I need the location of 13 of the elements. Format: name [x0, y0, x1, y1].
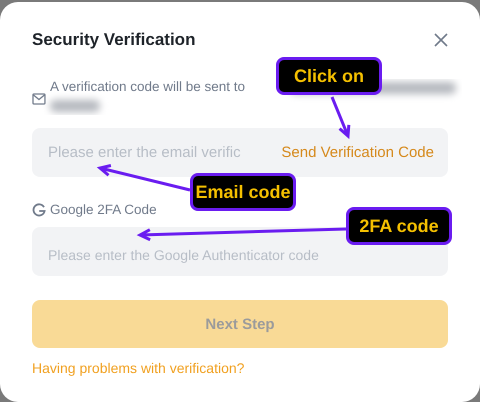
annotation-callout: Email code: [190, 173, 296, 211]
description-text: A verification code will be sent to: [50, 79, 246, 94]
annotation-callout: Click on: [276, 57, 382, 95]
help-link[interactable]: Having problems with verification?: [32, 360, 244, 376]
dialog-title: Security Verification: [32, 30, 196, 50]
close-icon[interactable]: [434, 33, 448, 47]
email-code-field[interactable]: Please enter the email verific: [48, 144, 260, 161]
arrow: [330, 96, 350, 140]
annotation-callout: 2FA code: [346, 207, 452, 245]
envelope-icon: [32, 93, 46, 105]
field-label: Google 2FA Code: [50, 202, 157, 217]
google-icon: [32, 202, 46, 216]
send-code-link[interactable]: Send Verification Code: [281, 144, 434, 161]
